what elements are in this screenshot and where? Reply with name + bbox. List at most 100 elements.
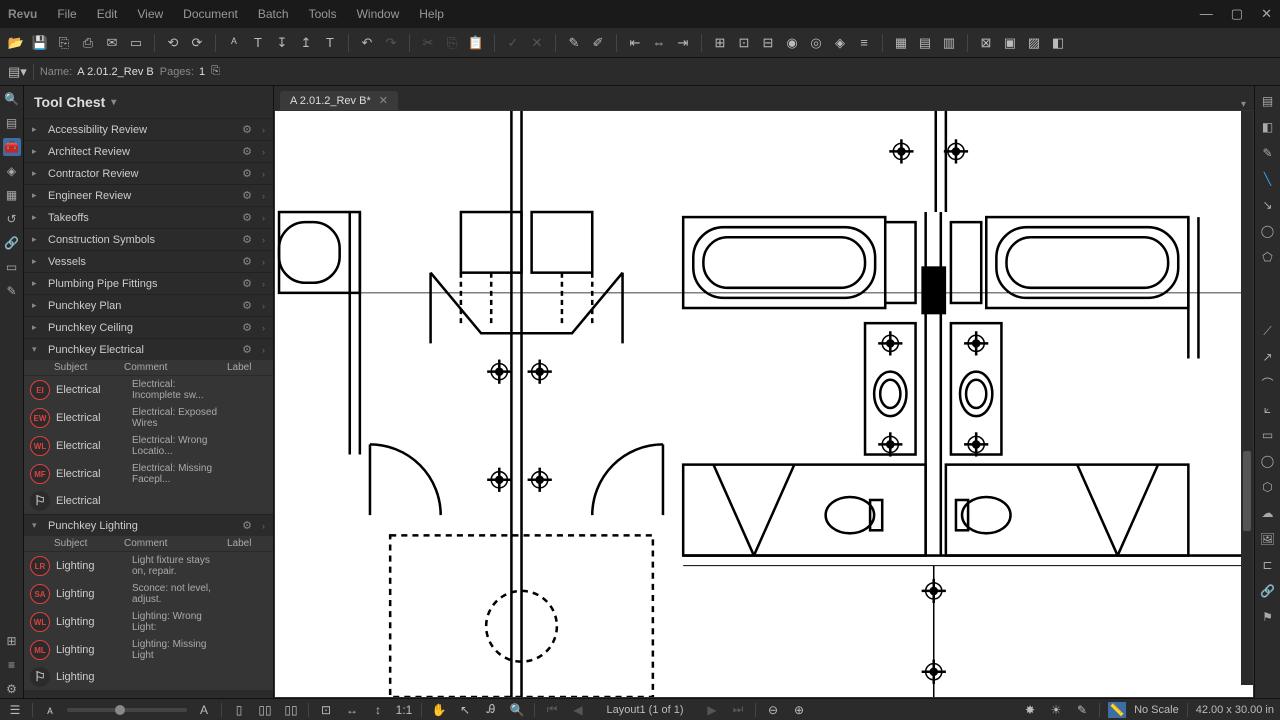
- file-access-icon[interactable]: ▤: [3, 114, 21, 132]
- cut-icon[interactable]: ✂: [418, 33, 438, 53]
- redo-icon[interactable]: ↷: [381, 33, 401, 53]
- paste-icon[interactable]: 📋: [466, 33, 486, 53]
- tab-document[interactable]: A 2.01.2_Rev B* ✕: [280, 91, 398, 110]
- toolset-punchkey-electrical[interactable]: ▾ Punchkey Electrical ⚙ ›: [24, 339, 273, 360]
- cloud-icon[interactable]: ☁: [1259, 504, 1277, 522]
- typewriter-icon[interactable]: T: [320, 33, 340, 53]
- prev-page-icon[interactable]: ◀: [569, 702, 587, 718]
- line-icon[interactable]: ╲: [1259, 170, 1277, 188]
- rotate-left-icon[interactable]: ⟲: [163, 33, 183, 53]
- highlight-icon[interactable]: ✎: [564, 33, 584, 53]
- fit-page-icon[interactable]: ⊡: [317, 702, 335, 718]
- callout-icon[interactable]: ↧: [272, 33, 292, 53]
- tool-row[interactable]: LR Lighting Light fixture stays on, repa…: [24, 552, 273, 580]
- tool-chest-icon[interactable]: 🧰: [3, 138, 21, 156]
- tool-row[interactable]: EW Electrical Electrical: Exposed Wires: [24, 404, 273, 432]
- batch-icon[interactable]: ▨: [1024, 33, 1044, 53]
- delete-icon[interactable]: ✕: [527, 33, 547, 53]
- layers-icon[interactable]: ◈: [3, 162, 21, 180]
- settings-icon[interactable]: ⚙: [3, 680, 21, 698]
- arc-icon[interactable]: ⌒: [1259, 374, 1277, 392]
- rotate-right-icon[interactable]: ⟳: [187, 33, 207, 53]
- dim-1-icon[interactable]: ⊞: [710, 33, 730, 53]
- gear-icon[interactable]: ⚙: [242, 519, 252, 532]
- gear-icon[interactable]: ⚙: [242, 123, 252, 136]
- panel-toggle-icon[interactable]: ☰: [6, 702, 24, 718]
- links-icon[interactable]: 🔗: [3, 234, 21, 252]
- zoom-out-icon[interactable]: ᴀ: [41, 702, 59, 718]
- align-right-icon[interactable]: ⇥: [673, 33, 693, 53]
- stamp-icon[interactable]: ✓: [503, 33, 523, 53]
- toolset-engineer-review[interactable]: ▸ Engineer Review ⚙ ›: [24, 185, 273, 206]
- tab-overflow-icon[interactable]: ▾: [1241, 99, 1246, 110]
- gear-icon[interactable]: ⚙: [242, 211, 252, 224]
- menu-document[interactable]: Document: [183, 7, 238, 21]
- gear-icon[interactable]: ⚙: [242, 321, 252, 334]
- polygon-icon[interactable]: ⬠: [1259, 248, 1277, 266]
- zoom-in-icon[interactable]: A: [195, 702, 213, 718]
- tool-row[interactable]: SA Lighting Sconce: not level, adjust.: [24, 580, 273, 608]
- gear-icon[interactable]: ⚙: [242, 145, 252, 158]
- tool-row[interactable]: WL Lighting Lighting: Wrong Light:: [24, 608, 273, 636]
- gear-icon[interactable]: ⚙: [242, 343, 252, 356]
- tool-row[interactable]: ML Lighting Lighting: Missing Light: [24, 636, 273, 664]
- forms-icon[interactable]: ▭: [3, 258, 21, 276]
- file-dropdown-icon[interactable]: ▤▾: [8, 64, 27, 80]
- menu-help[interactable]: Help: [419, 7, 444, 21]
- menu-window[interactable]: Window: [357, 7, 400, 21]
- toolset-accessibility-review[interactable]: ▸ Accessibility Review ⚙ ›: [24, 119, 273, 140]
- toolset-vessels[interactable]: ▸ Vessels ⚙ ›: [24, 251, 273, 272]
- copy-icon[interactable]: ⎘: [442, 33, 462, 53]
- dim-6-icon[interactable]: ◈: [830, 33, 850, 53]
- grid-1-icon[interactable]: ▦: [891, 33, 911, 53]
- save-as-icon[interactable]: ⎘: [54, 33, 74, 53]
- first-page-icon[interactable]: ⏮: [543, 702, 561, 718]
- thumbnails-icon[interactable]: ▦: [3, 186, 21, 204]
- align-left-icon[interactable]: ⇤: [625, 33, 645, 53]
- color-icon[interactable]: ✎: [1073, 702, 1091, 718]
- brightness-icon[interactable]: ☀: [1047, 702, 1065, 718]
- studio-icon[interactable]: ↺: [3, 210, 21, 228]
- continuous-icon[interactable]: ▯▯: [256, 702, 274, 718]
- scale-status[interactable]: No Scale: [1134, 704, 1179, 716]
- scale-icon[interactable]: 📏: [1108, 702, 1126, 718]
- toolset-takeoffs[interactable]: ▸ Takeoffs ⚙ ›: [24, 207, 273, 228]
- select-text-icon[interactable]: Ꭿ: [482, 702, 500, 718]
- dim-5-icon[interactable]: ◎: [806, 33, 826, 53]
- line-tool-icon[interactable]: ⟋: [1259, 322, 1277, 340]
- single-page-icon[interactable]: ▯: [230, 702, 248, 718]
- search-icon[interactable]: 🔍: [3, 90, 21, 108]
- tool-row[interactable]: ⚐ Electrical: [24, 488, 273, 514]
- dim-3-icon[interactable]: ⊟: [758, 33, 778, 53]
- vertical-scrollbar[interactable]: [1241, 111, 1253, 685]
- toolset-punchkey-lighting[interactable]: ▾ Punchkey Lighting ⚙ ›: [24, 515, 273, 536]
- select-icon[interactable]: ↖: [456, 702, 474, 718]
- menu-tools[interactable]: Tools: [309, 7, 337, 21]
- grid-2-icon[interactable]: ▤: [915, 33, 935, 53]
- close-icon[interactable]: ✕: [1261, 6, 1272, 22]
- flag-icon[interactable]: ⚑: [1259, 608, 1277, 626]
- maximize-icon[interactable]: ▢: [1231, 6, 1243, 22]
- page-icon[interactable]: ▭: [126, 33, 146, 53]
- menu-edit[interactable]: Edit: [97, 7, 118, 21]
- gear-icon[interactable]: ⚙: [242, 189, 252, 202]
- save-icon[interactable]: 💾: [30, 33, 50, 53]
- dim-icon[interactable]: ✸: [1021, 702, 1039, 718]
- dim-7-icon[interactable]: ≡: [854, 33, 874, 53]
- tool-row[interactable]: WL Electrical Electrical: Wrong Locatio.…: [24, 432, 273, 460]
- compare-icon[interactable]: ⊠: [976, 33, 996, 53]
- toolset-punchkey-plan[interactable]: ▸ Punchkey Plan ⚙ ›: [24, 295, 273, 316]
- arrow-tool-icon[interactable]: ↗: [1259, 348, 1277, 366]
- toolset-punchkey-ceiling[interactable]: ▸ Punchkey Ceiling ⚙ ›: [24, 317, 273, 338]
- undo-icon[interactable]: ↶: [357, 33, 377, 53]
- tab-close-icon[interactable]: ✕: [379, 94, 388, 107]
- document-viewport[interactable]: [274, 110, 1254, 698]
- polyline-icon[interactable]: ⟀: [1259, 400, 1277, 418]
- open-icon[interactable]: 📂: [6, 33, 26, 53]
- email-icon[interactable]: ✉: [102, 33, 122, 53]
- measure-icon[interactable]: ✎: [1259, 144, 1277, 162]
- gear-icon[interactable]: ⚙: [242, 167, 252, 180]
- overlay-icon[interactable]: ▣: [1000, 33, 1020, 53]
- gear-icon[interactable]: ⚙: [242, 233, 252, 246]
- print-icon[interactable]: ⎙: [78, 33, 98, 53]
